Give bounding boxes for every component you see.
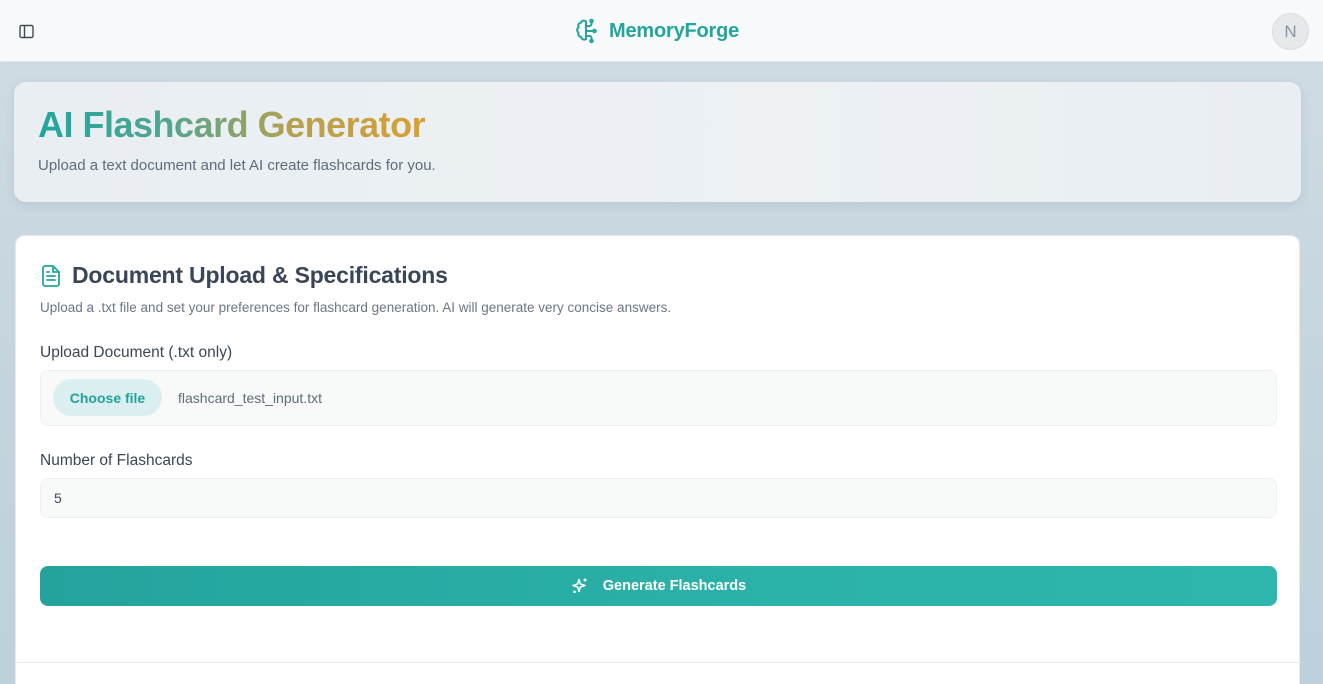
card-header: Document Upload & Specifications <box>40 262 448 289</box>
avatar[interactable]: N <box>1272 13 1309 50</box>
card-description: Upload a .txt file and set your preferen… <box>40 300 672 315</box>
card-title: Document Upload & Specifications <box>72 262 448 288</box>
flashcard-count-input[interactable] <box>40 478 1277 518</box>
hero-banner: AI Flashcard Generator Upload a text doc… <box>14 82 1301 202</box>
choose-file-button[interactable]: Choose file <box>53 379 162 416</box>
sidebar-toggle-button[interactable] <box>17 22 35 40</box>
brand[interactable]: MemoryForge <box>573 16 739 46</box>
sparkles-icon <box>572 578 587 593</box>
generate-flashcards-button[interactable]: Generate Flashcards <box>40 566 1277 606</box>
page-subtitle: Upload a text document and let AI create… <box>38 157 436 174</box>
upload-card: Document Upload & Specifications Upload … <box>15 235 1301 684</box>
sidebar-toggle-icon <box>18 24 34 38</box>
brain-icon <box>576 18 597 44</box>
top-bar: MemoryForge N <box>0 0 1323 62</box>
upload-label: Upload Document (.txt only) <box>40 344 233 361</box>
file-text-icon <box>42 264 60 287</box>
flashcard-count-label: Number of Flashcards <box>40 452 193 469</box>
selected-file-name: flashcard_test_input.txt <box>178 390 322 406</box>
brand-name: MemoryForge <box>609 19 740 42</box>
section-divider <box>16 662 1301 663</box>
generate-button-label: Generate Flashcards <box>602 578 747 594</box>
page-title: AI Flashcard Generator <box>38 104 426 145</box>
file-upload-input[interactable]: Choose file flashcard_test_input.txt <box>40 370 1277 426</box>
